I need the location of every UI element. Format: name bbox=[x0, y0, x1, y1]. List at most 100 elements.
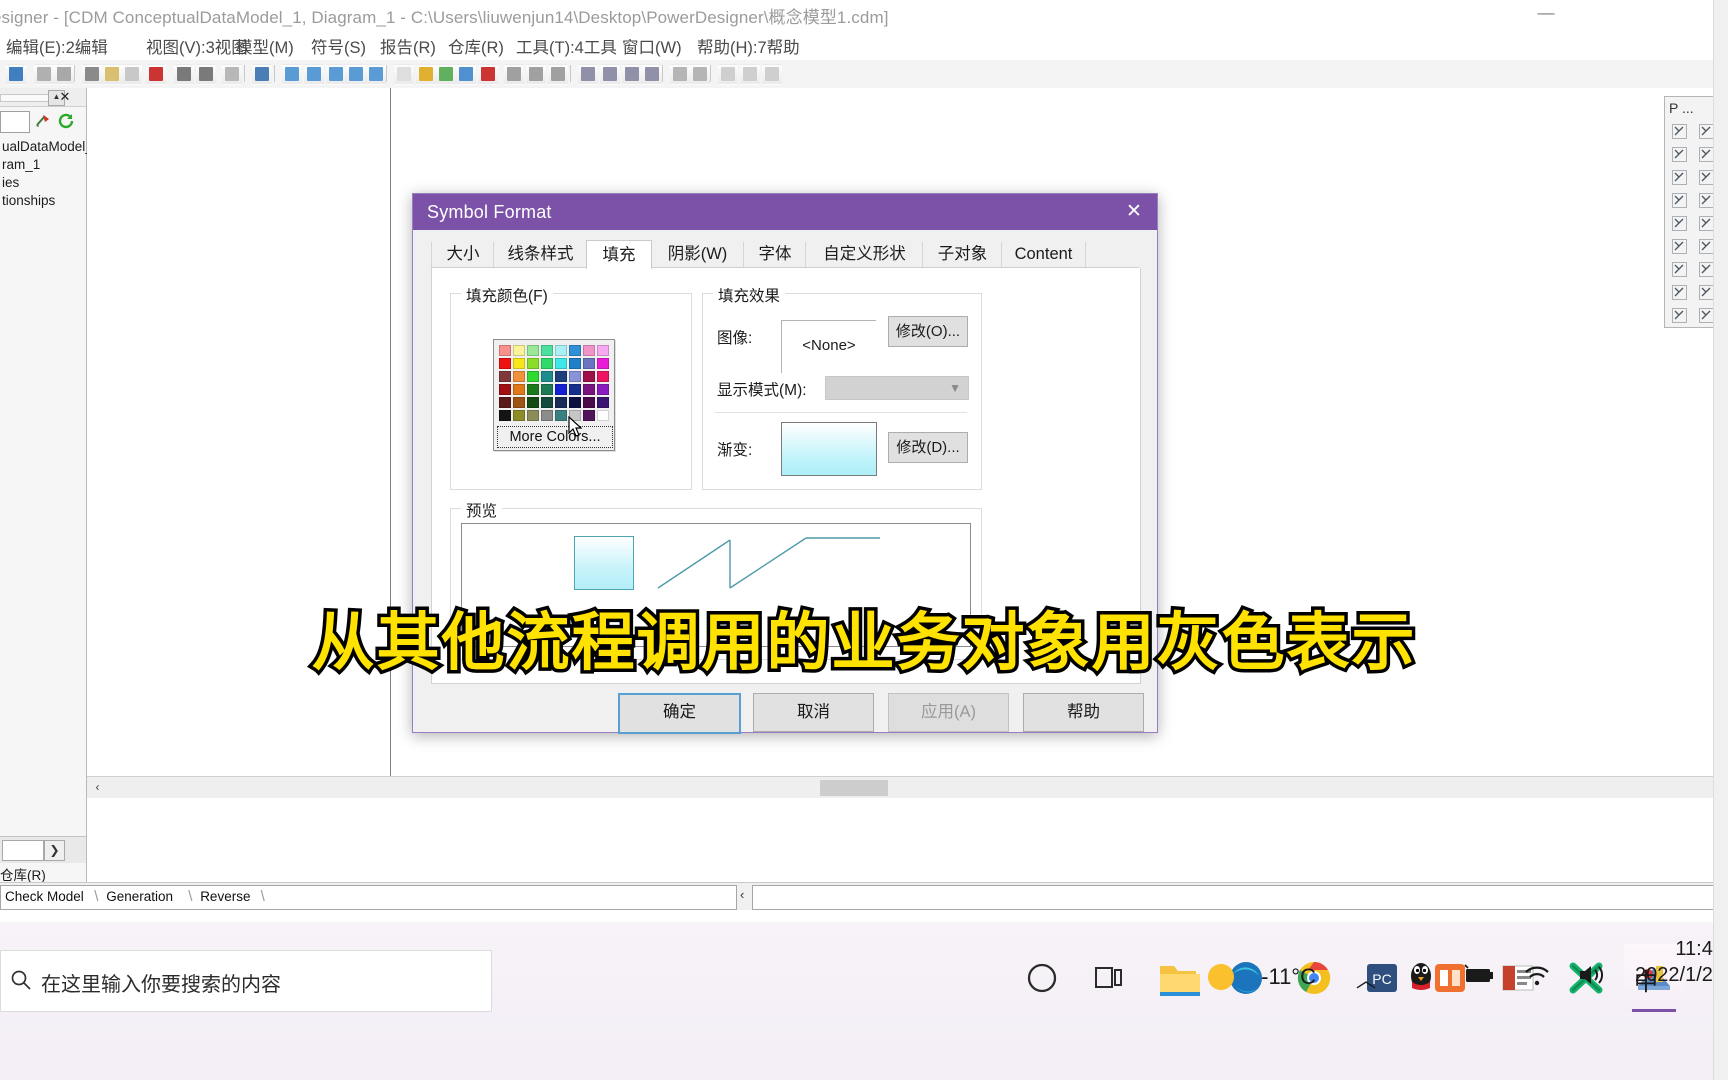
image-preview-box[interactable]: <None> bbox=[781, 320, 876, 373]
color-palette-popup[interactable]: More Colors... bbox=[493, 339, 615, 451]
window-minimize-button[interactable]: — bbox=[1529, 4, 1563, 24]
color-swatch-3-1[interactable] bbox=[513, 384, 525, 395]
window-tile-button[interactable] bbox=[718, 64, 738, 85]
gradient-modify-button[interactable]: 修改(D)... bbox=[888, 432, 968, 463]
status-scroll-left[interactable]: ‹ bbox=[740, 887, 744, 902]
color-swatch-4-1[interactable] bbox=[513, 397, 525, 408]
dialog-button-3[interactable]: 帮助 bbox=[1023, 693, 1144, 732]
color-swatch-4-6[interactable] bbox=[583, 397, 595, 408]
preview-button[interactable] bbox=[670, 64, 690, 85]
color-swatch-2-0[interactable] bbox=[499, 371, 511, 382]
color-swatch-3-4[interactable] bbox=[555, 384, 567, 395]
weather-temp[interactable]: -11°C bbox=[1261, 964, 1316, 990]
tab-5[interactable]: 自定义形状 bbox=[805, 242, 924, 267]
fill-color-button[interactable] bbox=[416, 64, 436, 85]
color-swatch-3-5[interactable] bbox=[569, 384, 581, 395]
pointer-icon[interactable] bbox=[1671, 123, 1688, 140]
color-swatch-2-5[interactable] bbox=[569, 371, 581, 382]
color-swatch-2-7[interactable] bbox=[597, 371, 609, 382]
menu-item-4[interactable]: 报告(R) bbox=[380, 34, 436, 58]
color-swatch-0-5[interactable] bbox=[569, 345, 581, 356]
color-swatch-3-2[interactable] bbox=[527, 384, 539, 395]
color-swatch-3-7[interactable] bbox=[597, 384, 609, 395]
color-swatch-0-3[interactable] bbox=[541, 345, 553, 356]
color-swatch-4-4[interactable] bbox=[555, 397, 567, 408]
refresh-button[interactable] bbox=[690, 64, 710, 85]
align-right-button[interactable] bbox=[326, 64, 346, 85]
open-model-button[interactable] bbox=[34, 64, 54, 85]
menu-item-3[interactable]: 符号(S) bbox=[311, 34, 366, 58]
color-swatch-0-4[interactable] bbox=[555, 345, 567, 356]
menu-item-2[interactable]: 模型(M) bbox=[236, 34, 294, 58]
browser-bottom-next-button[interactable]: ❯ bbox=[44, 840, 65, 861]
tree-item-1[interactable]: ram_1 bbox=[0, 156, 86, 174]
tree-item-2[interactable]: ies bbox=[0, 174, 86, 192]
output-tab-0[interactable]: Check Model bbox=[5, 889, 84, 904]
tab-0[interactable]: 大小 bbox=[431, 242, 495, 267]
dialog-button-0[interactable]: 确定 bbox=[618, 693, 741, 734]
color-swatch-5-1[interactable] bbox=[513, 410, 525, 421]
association-icon[interactable] bbox=[1671, 307, 1688, 324]
close-icon[interactable]: ✕ bbox=[1111, 194, 1157, 230]
color-swatch-5-2[interactable] bbox=[527, 410, 539, 421]
file-explorer-icon[interactable] bbox=[1148, 944, 1208, 1012]
symbol-format-button[interactable] bbox=[394, 64, 414, 85]
horizontal-scrollbar[interactable]: ‹ bbox=[87, 776, 1728, 799]
color-swatch-2-1[interactable] bbox=[513, 371, 525, 382]
color-swatch-1-7[interactable] bbox=[597, 358, 609, 369]
dialog-button-1[interactable]: 取消 bbox=[753, 693, 874, 732]
color-swatch-0-7[interactable] bbox=[597, 345, 609, 356]
color-swatch-4-3[interactable] bbox=[541, 397, 553, 408]
cut-button[interactable] bbox=[82, 64, 102, 85]
color-swatch-3-6[interactable] bbox=[583, 384, 595, 395]
more-colors-button[interactable]: More Colors... bbox=[497, 426, 613, 448]
color-swatch-2-4[interactable] bbox=[555, 371, 567, 382]
align-bottom-button[interactable] bbox=[366, 64, 386, 85]
browser-combo[interactable] bbox=[0, 111, 30, 133]
scissors-icon[interactable] bbox=[1671, 169, 1688, 186]
copy-button[interactable] bbox=[102, 64, 122, 85]
color-swatch-3-3[interactable] bbox=[541, 384, 553, 395]
color-swatch-1-3[interactable] bbox=[541, 358, 553, 369]
color-swatch-4-2[interactable] bbox=[527, 397, 539, 408]
entity-icon[interactable] bbox=[1671, 261, 1688, 278]
menu-item-1[interactable]: 视图(V):3视图 bbox=[146, 34, 248, 58]
menu-item-8[interactable]: 帮助(H):7帮助 bbox=[697, 34, 800, 58]
scroll-left-button[interactable]: ‹ bbox=[89, 779, 106, 796]
zoom-out-button[interactable] bbox=[526, 64, 546, 85]
tab-7[interactable]: Content bbox=[1001, 242, 1086, 267]
undo-button[interactable] bbox=[174, 64, 194, 85]
browser-bottom-field[interactable] bbox=[2, 840, 44, 861]
line-icon[interactable] bbox=[1671, 238, 1688, 255]
tab-4[interactable]: 字体 bbox=[743, 242, 807, 267]
taskbar-clock[interactable]: 11:44 2022/1/23 bbox=[1635, 936, 1724, 988]
page-setup-button[interactable] bbox=[622, 64, 642, 85]
color-swatch-1-6[interactable] bbox=[583, 358, 595, 369]
properties-button[interactable] bbox=[222, 64, 242, 85]
zoom-fit-button[interactable] bbox=[548, 64, 568, 85]
color-swatch-5-6[interactable] bbox=[583, 410, 595, 421]
font-color-button[interactable] bbox=[478, 64, 498, 85]
new-model-button[interactable] bbox=[6, 64, 26, 85]
color-swatch-5-4[interactable] bbox=[555, 410, 567, 421]
menu-item-6[interactable]: 工具(T):4工具 bbox=[516, 34, 617, 58]
color-swatch-grid[interactable] bbox=[498, 344, 610, 422]
scroll-thumb[interactable] bbox=[820, 780, 888, 796]
image-modify-button[interactable]: 修改(O)... bbox=[888, 316, 968, 347]
color-swatch-1-1[interactable] bbox=[513, 358, 525, 369]
color-swatch-2-2[interactable] bbox=[527, 371, 539, 382]
ruler-button[interactable] bbox=[642, 64, 662, 85]
color-swatch-3-0[interactable] bbox=[499, 384, 511, 395]
align-left-button[interactable] bbox=[282, 64, 302, 85]
print-button[interactable] bbox=[54, 64, 74, 85]
color-swatch-0-6[interactable] bbox=[583, 345, 595, 356]
menu-item-0[interactable]: 编辑(E):2编辑 bbox=[6, 34, 108, 58]
menu-item-7[interactable]: 窗口(W) bbox=[622, 34, 682, 58]
color-swatch-4-0[interactable] bbox=[499, 397, 511, 408]
cortana-icon[interactable] bbox=[1012, 944, 1072, 1012]
tree-item-3[interactable]: tionships bbox=[0, 192, 86, 210]
color-swatch-5-7[interactable] bbox=[597, 410, 609, 421]
task-view-icon[interactable] bbox=[1080, 944, 1140, 1012]
redo-button[interactable] bbox=[196, 64, 216, 85]
color-swatch-1-0[interactable] bbox=[499, 358, 511, 369]
